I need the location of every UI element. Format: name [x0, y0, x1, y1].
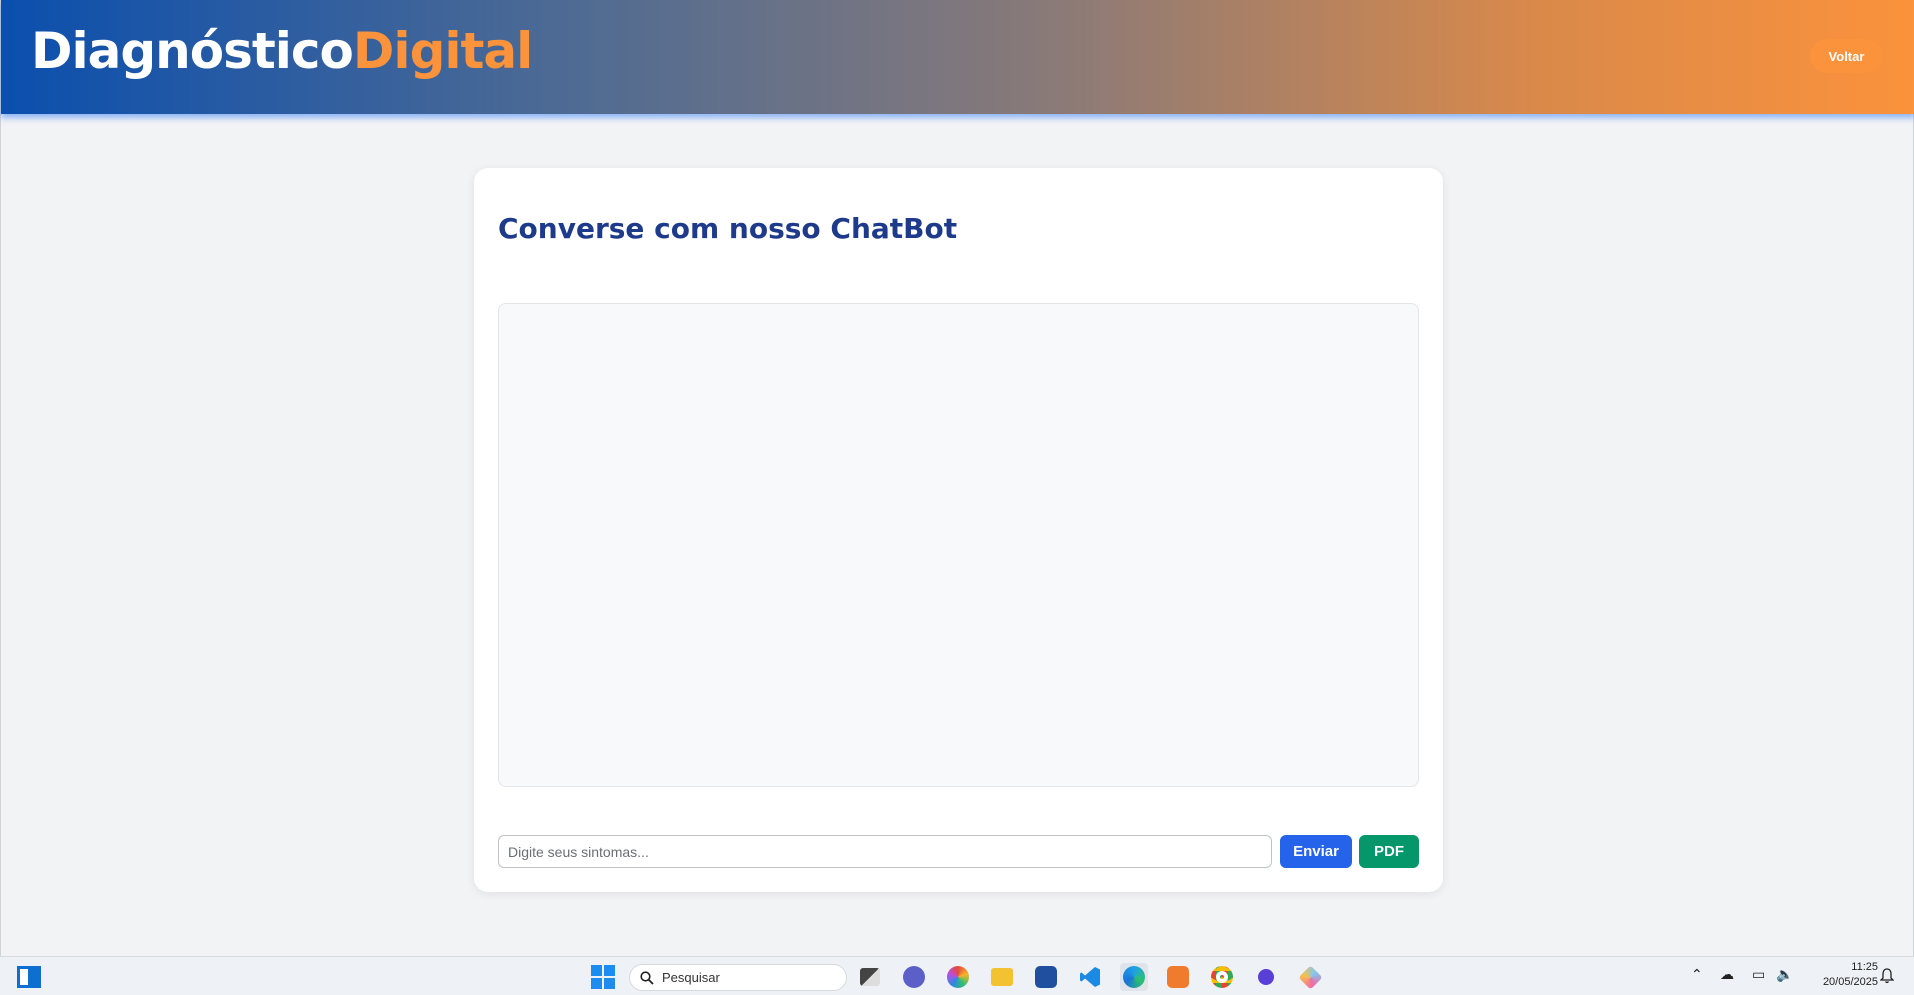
folder-icon[interactable]	[988, 963, 1016, 991]
symptoms-input[interactable]	[498, 835, 1272, 868]
logo-text-accent: Digital	[352, 22, 533, 80]
edge-icon[interactable]	[1120, 963, 1148, 991]
git-icon[interactable]	[1296, 963, 1324, 991]
volume-muted-icon[interactable]: 🔈	[1776, 967, 1793, 983]
page-title: Converse com nosso ChatBot	[498, 212, 958, 245]
clock-time: 11:25	[1851, 961, 1878, 973]
site-header: DiagnósticoDigital Voltar	[1, 0, 1914, 114]
cloud-offline-icon[interactable]: ☁	[1720, 967, 1734, 983]
file-explorer-terminal-icon[interactable]	[856, 963, 884, 991]
store-icon[interactable]	[1032, 963, 1060, 991]
site-logo[interactable]: DiagnósticoDigital	[31, 22, 533, 80]
taskbar-search[interactable]: Pesquisar	[629, 964, 847, 991]
pdf-button[interactable]: PDF	[1359, 835, 1419, 868]
chevron-up-icon[interactable]: ⌃	[1691, 967, 1703, 983]
taskbar-clock[interactable]: 11:25 20/05/2025	[1796, 960, 1878, 990]
microsoft-365-icon[interactable]	[944, 963, 972, 991]
start-menu-icon[interactable]	[589, 963, 617, 991]
search-placeholder: Pesquisar	[662, 970, 720, 985]
dot-app-icon[interactable]	[1252, 963, 1280, 991]
search-icon	[640, 970, 654, 985]
network-icon[interactable]: ▭	[1752, 967, 1765, 983]
back-button[interactable]: Voltar	[1810, 39, 1883, 73]
chat-card: Converse com nosso ChatBot Enviar PDF	[474, 168, 1443, 892]
widgets-icon[interactable]	[15, 963, 43, 991]
vscode-icon[interactable]	[1076, 963, 1104, 991]
chrome-icon[interactable]	[1208, 963, 1236, 991]
xampp-icon[interactable]	[1164, 963, 1192, 991]
chat-messages-area[interactable]	[498, 303, 1419, 787]
clock-date: 20/05/2025	[1822, 976, 1878, 988]
browser-viewport: DiagnósticoDigital Voltar Converse com n…	[0, 0, 1914, 956]
send-button[interactable]: Enviar	[1280, 835, 1352, 868]
logo-text-main: Diagnóstico	[31, 22, 354, 80]
teams-icon[interactable]	[900, 963, 928, 991]
windows-taskbar: Pesquisar ⌃ ☁ ▭ 🔈 11:25 20/05/2025	[0, 956, 1914, 995]
notification-bell-icon[interactable]	[1880, 968, 1894, 984]
